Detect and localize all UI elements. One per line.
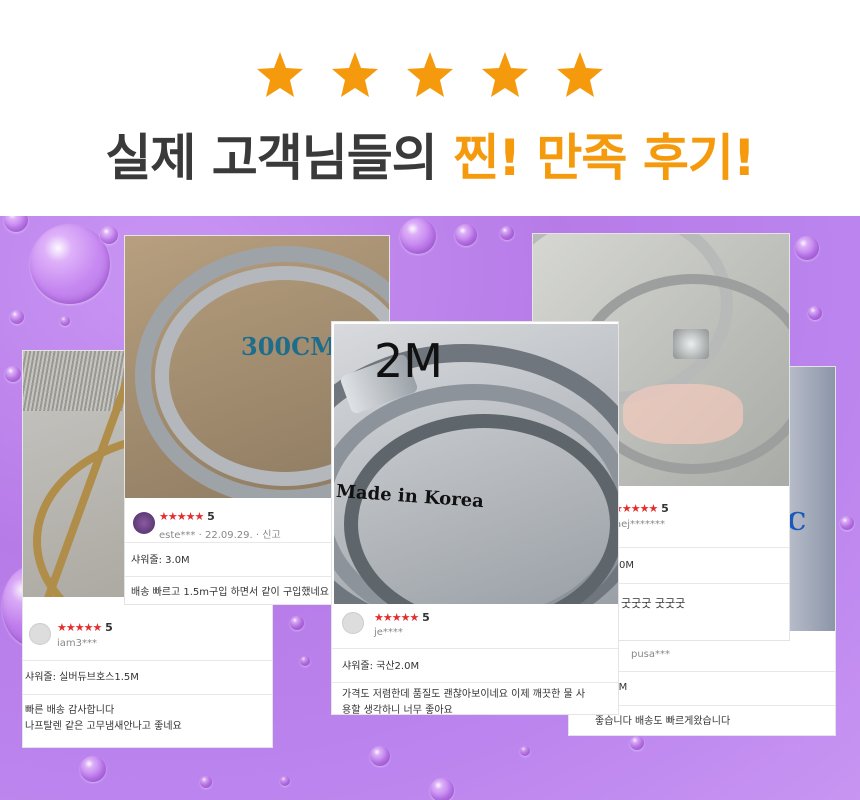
rating-stars-icon: ★★★★★: [613, 502, 658, 515]
rating-score: 5: [105, 621, 113, 634]
avatar: [342, 612, 364, 634]
rating-score: 5: [661, 502, 669, 515]
water-drop: [840, 516, 854, 530]
water-drop: [10, 310, 24, 324]
star-icon: [482, 52, 529, 97]
water-drop: [30, 224, 110, 304]
reviewer-name: este***: [159, 530, 196, 541]
review-photo: 2M Made in Korea: [334, 324, 618, 604]
review-rating: ★★★★★ 5: [57, 621, 113, 634]
rating-score: 5: [207, 510, 215, 523]
water-drop: [455, 224, 477, 246]
water-drop: [60, 316, 70, 326]
title-dark: 실제 고객님들의: [105, 129, 437, 187]
option-text: 샤워줄: 국산2.0M: [342, 661, 420, 672]
review-rating: ★★★★★ 5: [374, 611, 430, 624]
review-rating: ★★★★★ 5: [613, 502, 669, 515]
avatar: [29, 623, 51, 645]
reviewer-name: iam3***: [57, 638, 98, 649]
option-row: 샤워줄: 실버듀브호스1.5M: [23, 660, 272, 694]
rating-score: 5: [422, 611, 430, 624]
review-text-row: 가격도 저렴한데 품질도 괜찮아보이네요 이제 깨끗한 물 사 용할 생각하니 …: [332, 682, 618, 715]
water-drop: [80, 756, 106, 782]
review-text: 굿굿굿 굿굿굿: [621, 597, 686, 610]
review-text: 배송 빠르고 1.5m구입 하면서 같이 구입했네요 항상 잘: [131, 587, 363, 598]
title-accent: 찐! 만족 후기!: [453, 129, 755, 187]
review-rating: ★★★★★ 5: [159, 510, 215, 523]
star-icon: [331, 52, 378, 97]
header-banner: 실제 고객님들의 찐! 만족 후기!: [0, 0, 860, 216]
water-drop: [520, 746, 530, 756]
review-text: 용할 생각하니 너무 좋아요: [342, 705, 453, 715]
option-text: 샤워줄: 실버듀브호스1.5M: [25, 672, 139, 683]
water-drop: [100, 226, 118, 244]
photo-caption: 2M: [374, 334, 443, 388]
option-text: 0M: [619, 560, 634, 571]
option-text: 샤워줄: 3.0M: [131, 555, 190, 566]
water-drop: [200, 776, 212, 788]
rating-stars: [0, 50, 860, 104]
water-drop: [4, 216, 28, 232]
rating-stars-icon: ★★★★★: [159, 510, 204, 523]
rating-stars-icon: ★★★★★: [57, 621, 102, 634]
review-card: 2M Made in Korea ★★★★★ 5 je**** 샤워줄: 국산2…: [331, 321, 619, 715]
review-date: 22.09.29.: [204, 530, 253, 541]
page-title: 실제 고객님들의 찐! 만족 후기!: [0, 118, 860, 190]
water-drop: [290, 616, 304, 630]
photo-caption: 300CM: [241, 332, 337, 361]
review-text: 좋습니다 배송도 빠르게왔습니다: [595, 716, 731, 727]
water-drop: [795, 236, 819, 260]
star-icon: [557, 52, 604, 97]
star-icon: [256, 52, 303, 97]
water-drop: [500, 226, 514, 240]
water-drop: [370, 746, 390, 766]
review-text: 빠른 배송 감사합니다: [25, 705, 115, 716]
review-text: 가격도 저렴한데 품질도 괜찮아보이네요 이제 깨끗한 물 사: [342, 689, 586, 700]
water-drop: [400, 218, 436, 254]
reviewer-name: aej*******: [615, 519, 666, 530]
water-drop: [5, 366, 21, 382]
review-text-row: 빠른 배송 감사합니다 나프탈렌 같은 고무냄새안나고 좋네요: [23, 694, 272, 747]
water-drop: [630, 736, 644, 750]
water-drop: [430, 778, 454, 800]
rating-stars-icon: ★★★★★: [374, 611, 419, 624]
water-drop: [280, 776, 290, 786]
report-link[interactable]: 신고: [262, 530, 280, 541]
option-row: 샤워줄: 국산2.0M: [332, 648, 618, 682]
reviewer-name: pusa***: [631, 649, 671, 660]
reviewer-name: je****: [374, 627, 403, 638]
avatar: [133, 512, 155, 534]
water-drop: [808, 306, 822, 320]
water-drop: [300, 656, 310, 666]
star-icon: [407, 52, 453, 97]
review-text: 나프탈렌 같은 고무냄새안나고 좋네요: [25, 721, 182, 732]
review-meta: este*** · 22.09.29. · 신고: [159, 530, 281, 541]
